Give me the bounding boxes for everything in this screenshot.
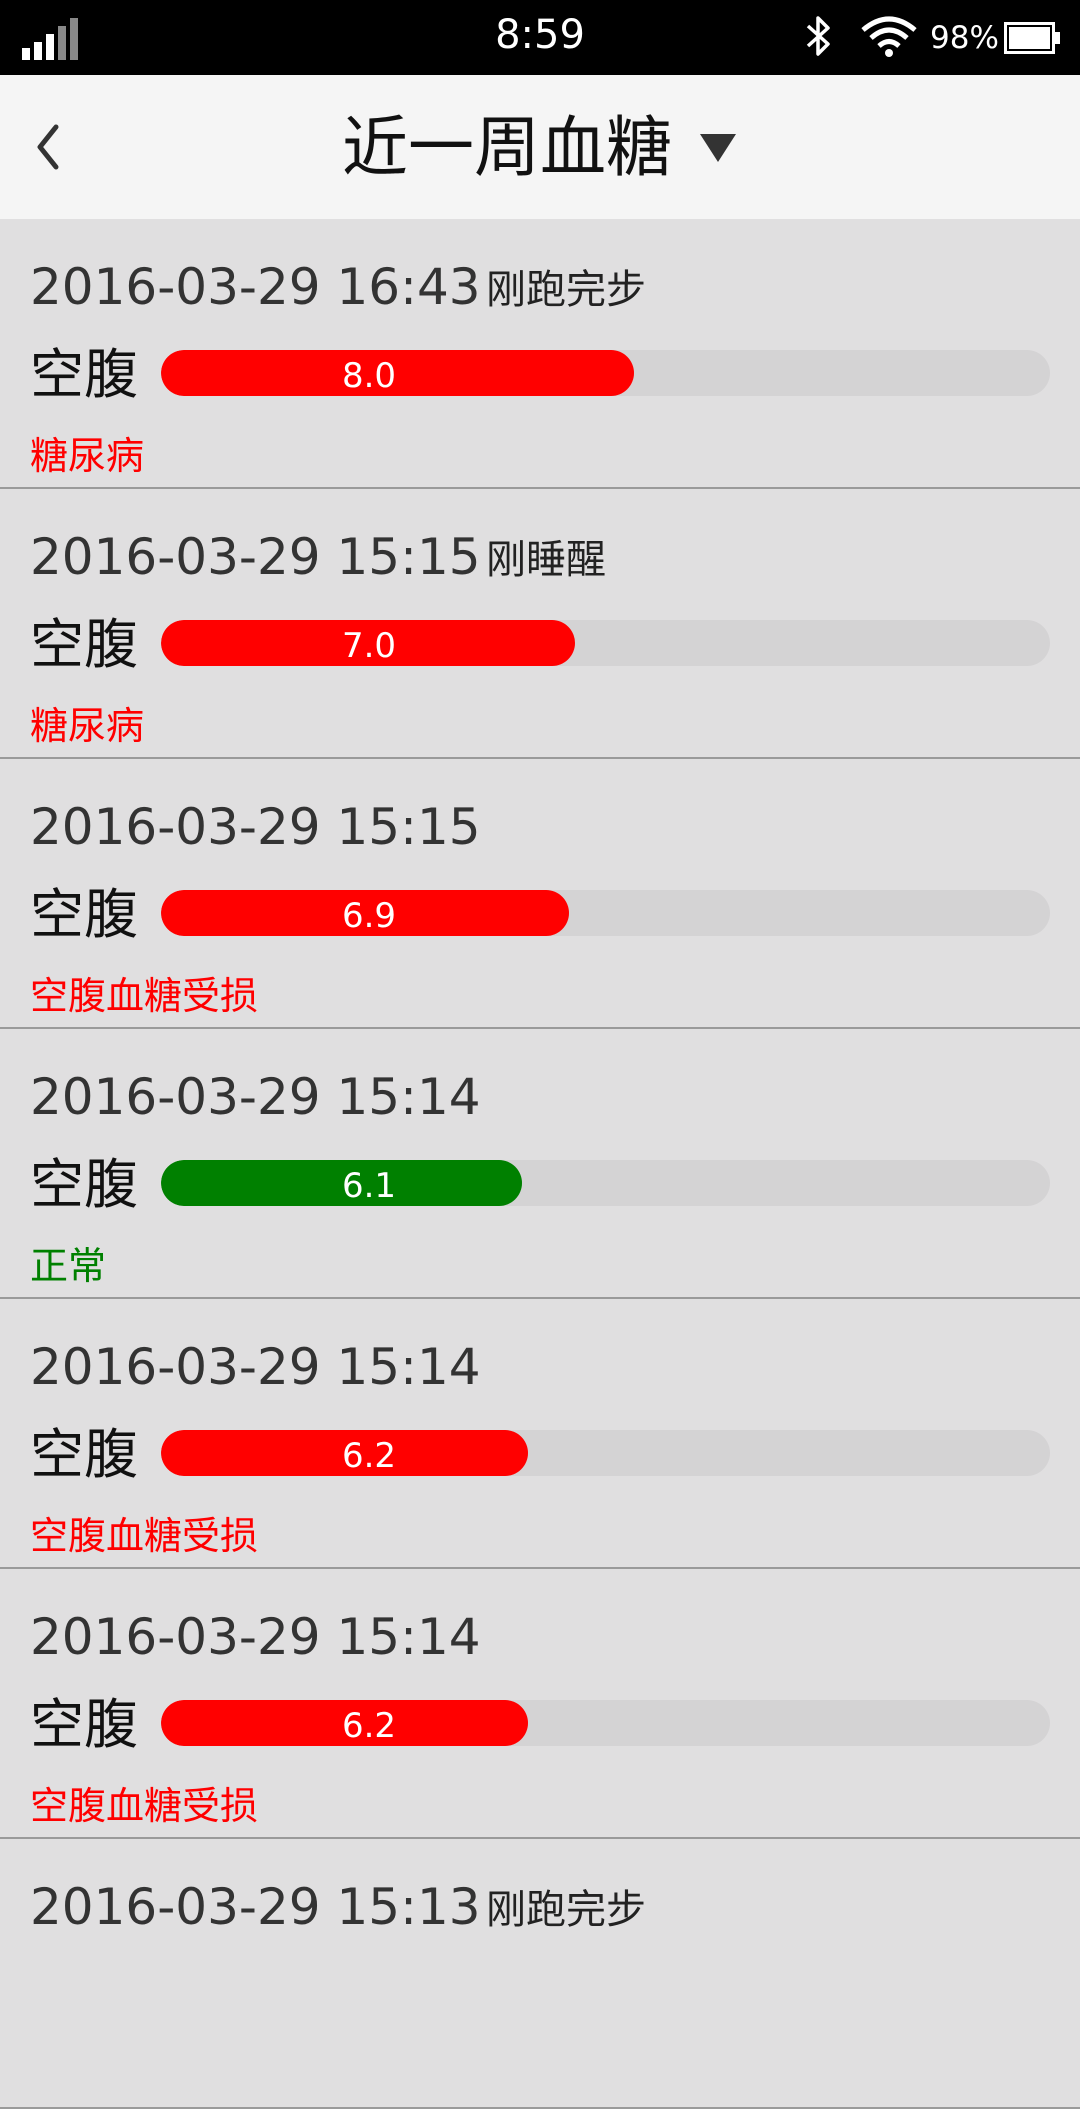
glucose-record-list: 2016-03-29 16:43 刚跑完步 空腹 8.0 糖尿病 2016-03-29 1… xyxy=(0,219,1080,2109)
record-note: 刚跑完步 xyxy=(486,1887,646,1933)
list-item[interactable]: 2016-03-29 15:14 空腹 6.2 空腹血糖受损 xyxy=(0,1569,1080,1839)
record-datetime: 2016-03-29 15:13 xyxy=(30,1878,481,1936)
glucose-value: 8.0 xyxy=(341,356,397,396)
list-item[interactable]: 2016-03-29 16:43 刚跑完步空腹 8.0 糖尿病 xyxy=(0,219,1080,489)
record-datetime: 2016-03-29 15:14 xyxy=(30,1608,481,1666)
list-item[interactable]: 2016-03-29 15:14 空腹 6.1 正常 xyxy=(0,1029,1080,1299)
glucose-value: 6.2 xyxy=(341,1706,397,1746)
list-item[interactable]: 2016-03-29 15:15 空腹 6.9 空腹血糖受损 xyxy=(0,759,1080,1029)
measurement-type: 空腹 xyxy=(30,613,138,676)
status-time: 8:59 xyxy=(495,12,585,58)
page-title: 近一周血糖 xyxy=(342,109,672,186)
list-item[interactable]: 2016-03-29 15:14 空腹 6.2 空腹血糖受损 xyxy=(0,1299,1080,1569)
triangle-down-icon xyxy=(700,134,736,162)
record-datetime: 2016-03-29 15:14 xyxy=(30,1338,481,1396)
list-item[interactable]: 2016-03-29 15:13 刚跑完步 xyxy=(0,1839,1080,2109)
measurement-type: 空腹 xyxy=(30,1153,138,1216)
measurement-type: 空腹 xyxy=(30,343,138,406)
status-label: 空腹血糖受损 xyxy=(30,1784,259,1828)
record-note: 刚跑完步 xyxy=(486,267,646,313)
battery-icon xyxy=(1004,22,1060,54)
status-label: 正常 xyxy=(30,1244,107,1288)
record-datetime: 2016-03-29 16:43 xyxy=(30,258,481,316)
glucose-value: 7.0 xyxy=(341,626,397,666)
status-label: 糖尿病 xyxy=(30,434,145,478)
status-label: 空腹血糖受损 xyxy=(30,1514,259,1558)
bluetooth-icon xyxy=(806,16,830,56)
status-label: 空腹血糖受损 xyxy=(30,974,259,1018)
app-header: 近一周血糖 xyxy=(0,75,1080,219)
measurement-type: 空腹 xyxy=(30,883,138,946)
list-item[interactable]: 2016-03-29 15:15 刚睡醒空腹 7.0 糖尿病 xyxy=(0,489,1080,759)
glucose-value: 6.2 xyxy=(341,1436,397,1476)
record-datetime: 2016-03-29 15:15 xyxy=(30,798,481,856)
status-bar: 8:59 98% xyxy=(0,0,1080,75)
glucose-value: 6.9 xyxy=(341,896,397,936)
glucose-value: 6.1 xyxy=(341,1166,397,1206)
battery-percentage: 98% xyxy=(930,20,999,56)
measurement-type: 空腹 xyxy=(30,1693,138,1756)
record-note: 刚睡醒 xyxy=(486,537,606,583)
period-selector[interactable]: 近一周血糖 xyxy=(0,113,1080,183)
wifi-icon xyxy=(861,16,917,57)
record-datetime: 2016-03-29 15:14 xyxy=(30,1068,481,1126)
status-label: 糖尿病 xyxy=(30,704,145,748)
measurement-type: 空腹 xyxy=(30,1423,138,1486)
record-datetime: 2016-03-29 15:15 xyxy=(30,528,481,586)
